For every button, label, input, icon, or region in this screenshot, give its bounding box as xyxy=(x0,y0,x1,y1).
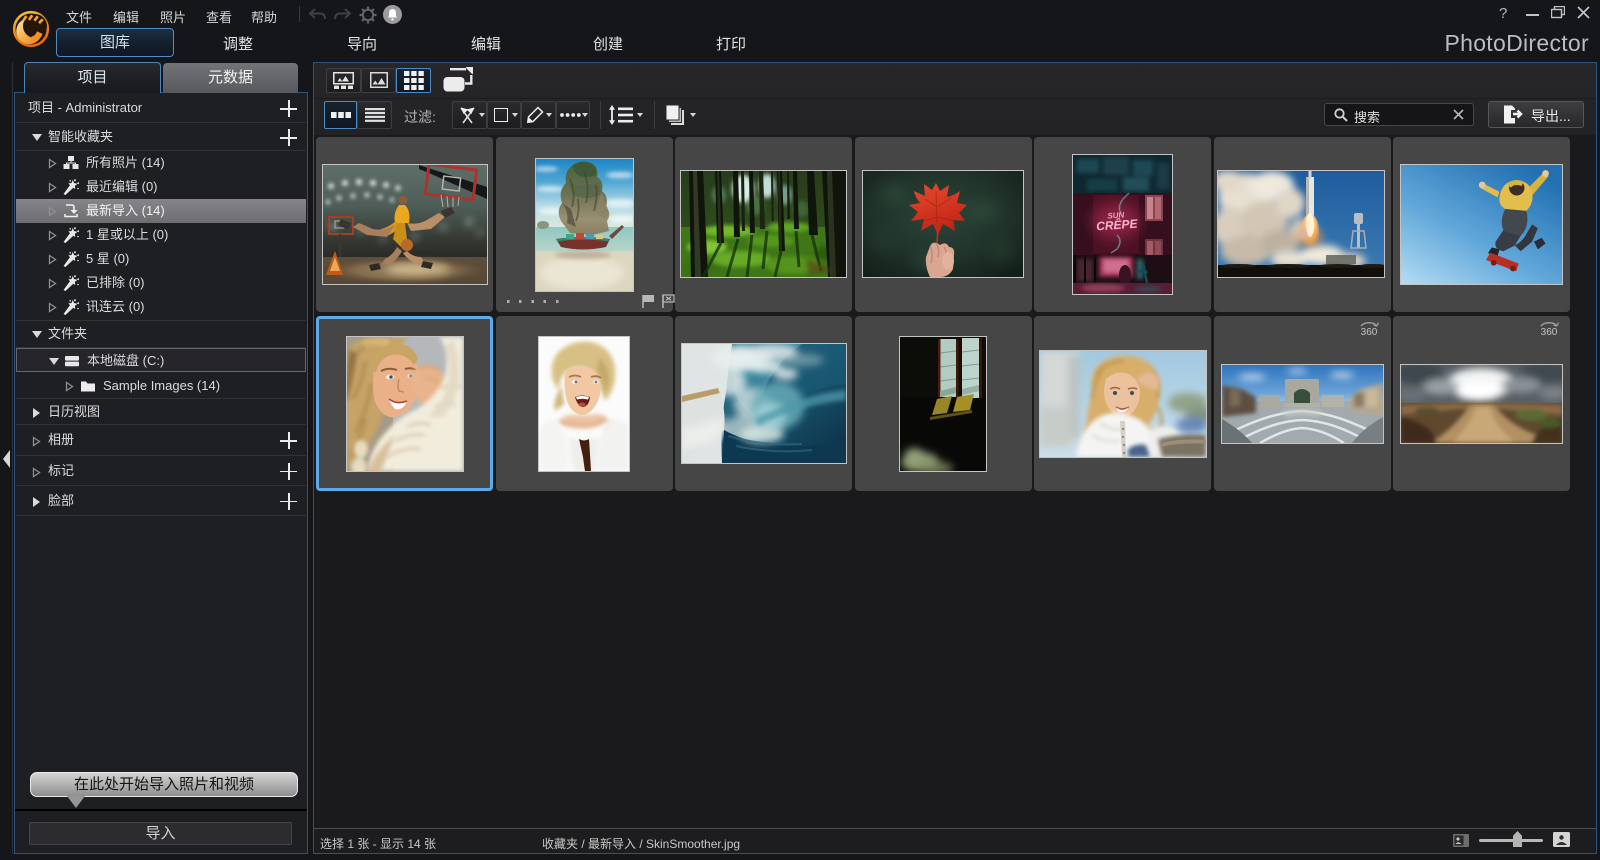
svg-text:CRÊPE: CRÊPE xyxy=(1096,216,1139,234)
svg-text:360: 360 xyxy=(1361,327,1378,337)
svg-text:360: 360 xyxy=(1540,327,1557,337)
